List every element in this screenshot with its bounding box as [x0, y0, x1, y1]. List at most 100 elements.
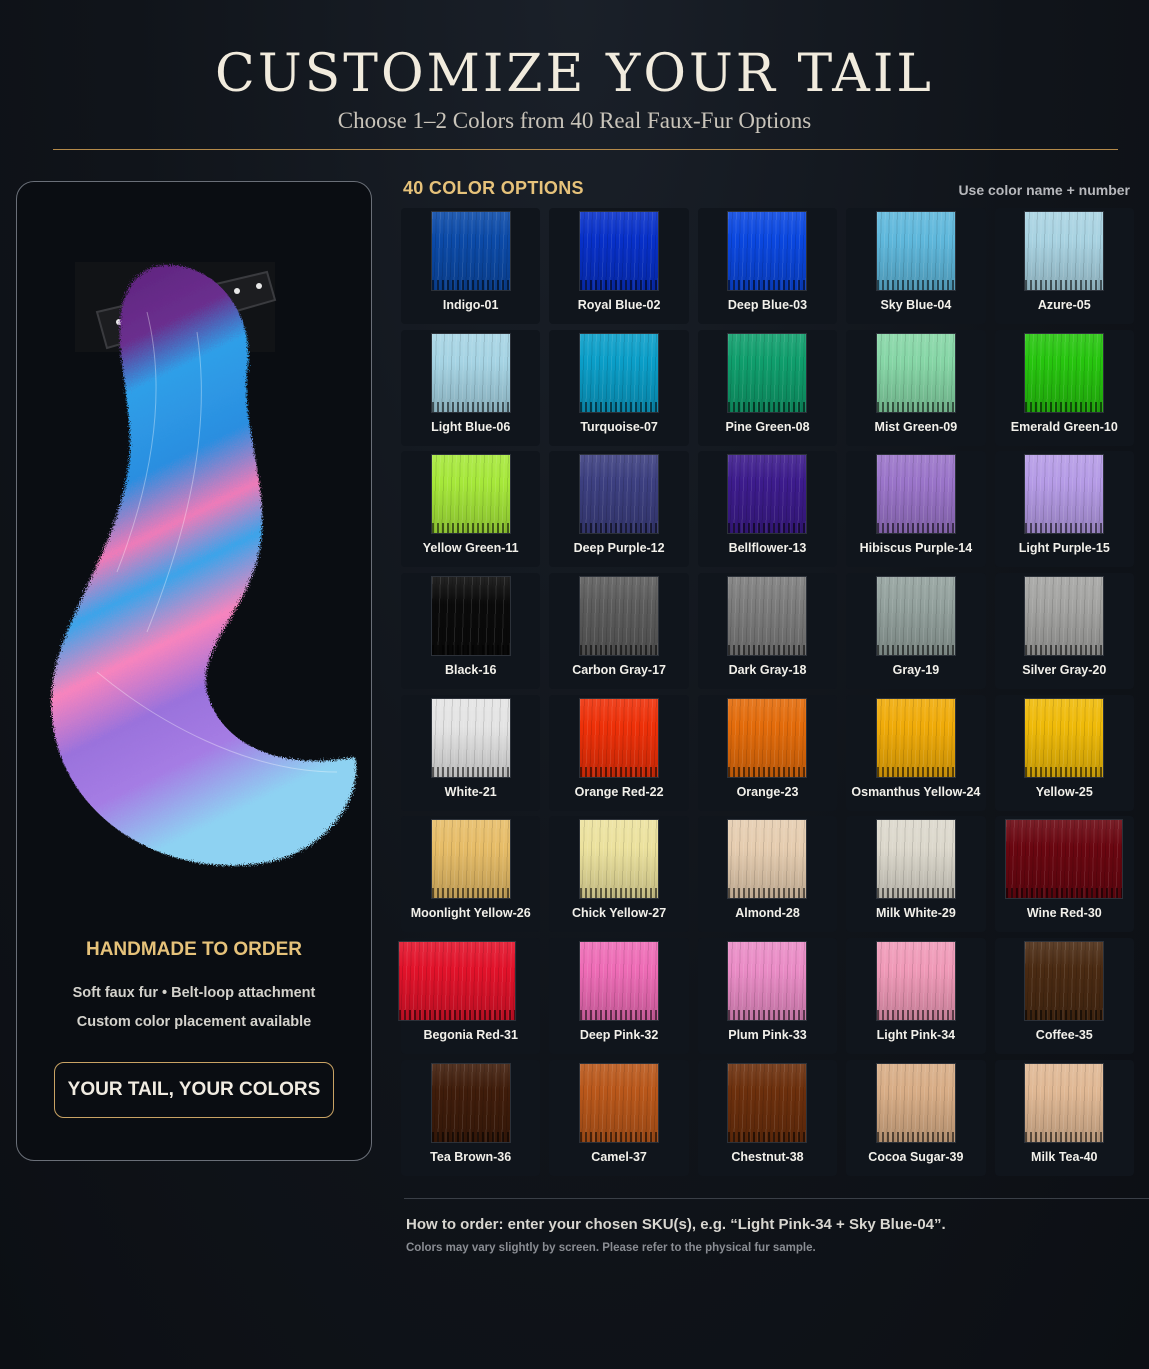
color-option-label: Bellflower-13 — [728, 541, 807, 556]
fur-swatch — [875, 1062, 956, 1143]
color-option[interactable]: Sky Blue-04 — [846, 208, 986, 324]
color-option[interactable]: Carbon Gray-17 — [549, 573, 689, 690]
color-option[interactable]: Pine Green-08 — [697, 329, 838, 446]
fur-swatch — [579, 332, 660, 413]
color-option-label: Tea Brown-36 — [430, 1149, 512, 1164]
color-option-label: Orange Red-22 — [574, 784, 664, 799]
color-option-label: Yellow Green-11 — [422, 541, 519, 556]
color-option-label: Emerald Green-10 — [1010, 419, 1118, 434]
fur-swatch — [579, 1062, 660, 1143]
color-option-label: Moonlight Yellow-26 — [410, 906, 531, 921]
fur-swatch — [875, 941, 956, 1022]
how-to-order-text: How to order: enter your chosen SKU(s), … — [406, 1216, 946, 1233]
your-colors-button[interactable]: YOUR TAIL, YOUR COLORS — [54, 1062, 334, 1118]
color-option-label: Coffee-35 — [1035, 1028, 1093, 1043]
color-option-label: Cocoa Sugar-39 — [868, 1149, 964, 1164]
color-option[interactable]: Gray-19 — [846, 573, 986, 690]
color-option-label: Yellow-25 — [1035, 784, 1093, 799]
color-option[interactable]: Yellow-25 — [994, 694, 1134, 811]
color-option[interactable]: Deep Purple-12 — [549, 451, 689, 568]
color-option-label: Deep Blue-03 — [727, 298, 808, 312]
color-option[interactable]: Cocoa Sugar-39 — [846, 1059, 986, 1176]
product-panel: HANDMADE TO ORDER Soft faux fur • Belt-l… — [16, 181, 372, 1161]
color-option[interactable]: Mist Green-09 — [846, 329, 986, 446]
color-option[interactable]: Milk Tea-40 — [994, 1059, 1134, 1176]
fur-swatch — [727, 1062, 808, 1143]
color-option-label: Carbon Gray-17 — [572, 663, 666, 678]
color-option-label: Dark Gray-18 — [728, 663, 807, 678]
color-option[interactable]: Chick Yellow-27 — [549, 816, 689, 933]
color-option-label: Light Pink-34 — [876, 1028, 956, 1043]
fur-swatch — [875, 332, 956, 413]
fur-swatch — [1024, 697, 1105, 778]
fur-swatch — [1024, 941, 1105, 1022]
tail-product-image — [51, 262, 357, 866]
color-option[interactable]: Milk White-29 — [846, 816, 986, 933]
color-option[interactable]: Turquoise-07 — [549, 329, 689, 446]
color-option-label: Pine Green-08 — [725, 419, 810, 434]
color-option[interactable]: Dark Gray-18 — [697, 573, 838, 690]
fur-swatch — [1024, 1062, 1105, 1143]
color-option[interactable]: Moonlight Yellow-26 — [401, 816, 541, 933]
fur-swatch — [579, 211, 660, 291]
fur-swatch — [430, 697, 511, 778]
color-option-label: Silver Gray-20 — [1022, 663, 1107, 678]
color-option-label: Gray-19 — [892, 663, 940, 678]
color-option[interactable]: Deep Pink-32 — [549, 938, 689, 1055]
color-option[interactable]: Tea Brown-36 — [401, 1059, 541, 1176]
fur-swatch — [727, 697, 808, 778]
fur-swatch — [727, 211, 808, 291]
fur-swatch — [430, 454, 511, 535]
color-option[interactable]: Plum Pink-33 — [697, 938, 838, 1055]
color-option-label: Chestnut-38 — [731, 1149, 804, 1164]
color-option[interactable]: Camel-37 — [549, 1059, 689, 1176]
color-option-label: Black-16 — [444, 663, 497, 678]
fur-swatch — [397, 941, 516, 1022]
color-option[interactable]: Begonia Red-31 — [397, 938, 541, 1055]
footer-divider — [404, 1198, 1149, 1199]
fur-swatch — [1024, 211, 1105, 291]
color-option[interactable]: Deep Blue-03 — [697, 208, 838, 324]
fur-swatch — [875, 454, 956, 535]
color-option-label: Almond-28 — [735, 906, 800, 921]
color-option-label: Deep Pink-32 — [579, 1028, 659, 1043]
color-option-label: Plum Pink-33 — [728, 1028, 807, 1043]
color-option[interactable]: Emerald Green-10 — [994, 329, 1134, 446]
color-option[interactable]: Azure-05 — [994, 208, 1134, 324]
color-option[interactable]: Yellow Green-11 — [401, 451, 541, 568]
feature-line: Custom color placement available — [76, 1014, 312, 1030]
color-option-label: Indigo-01 — [442, 298, 499, 312]
color-option[interactable]: Osmanthus Yellow-24 — [846, 694, 986, 811]
color-option[interactable]: Light Blue-06 — [401, 329, 541, 446]
color-option-label: Begonia Red-31 — [423, 1028, 518, 1043]
fur-swatch — [579, 819, 660, 900]
color-disclaimer: Colors may vary slightly by screen. Plea… — [406, 1242, 816, 1254]
color-option-label: Light Purple-15 — [1018, 541, 1110, 556]
color-option[interactable]: Hibiscus Purple-14 — [846, 451, 986, 568]
header-divider — [53, 149, 1118, 150]
color-option[interactable]: Bellflower-13 — [697, 451, 838, 568]
color-option[interactable]: Orange-23 — [697, 694, 838, 811]
color-option[interactable]: Chestnut-38 — [697, 1059, 838, 1176]
fur-swatch — [1024, 332, 1105, 413]
color-option-label: Camel-37 — [591, 1149, 647, 1164]
color-option[interactable]: Coffee-35 — [994, 938, 1134, 1055]
color-option[interactable]: Silver Gray-20 — [994, 573, 1134, 690]
color-option[interactable]: Orange Red-22 — [549, 694, 689, 811]
color-option[interactable]: Light Pink-34 — [846, 938, 986, 1055]
color-option[interactable]: Light Purple-15 — [994, 451, 1134, 568]
color-option-label: Mist Green-09 — [874, 419, 958, 434]
color-option-label: Chick Yellow-27 — [571, 906, 667, 921]
color-option[interactable]: Almond-28 — [697, 816, 838, 933]
color-option[interactable]: Indigo-01 — [401, 208, 541, 324]
color-option[interactable]: Black-16 — [401, 573, 541, 690]
color-option[interactable]: White-21 — [401, 694, 541, 811]
fur-swatch — [430, 211, 511, 291]
fur-swatch — [430, 819, 511, 900]
fur-swatch — [579, 697, 660, 778]
fur-swatch — [875, 576, 956, 657]
color-option[interactable]: Royal Blue-02 — [549, 208, 689, 324]
color-option-label: Deep Purple-12 — [573, 541, 665, 556]
color-option[interactable]: Wine Red-30 — [994, 816, 1134, 933]
color-option-label: Orange-23 — [736, 784, 799, 799]
